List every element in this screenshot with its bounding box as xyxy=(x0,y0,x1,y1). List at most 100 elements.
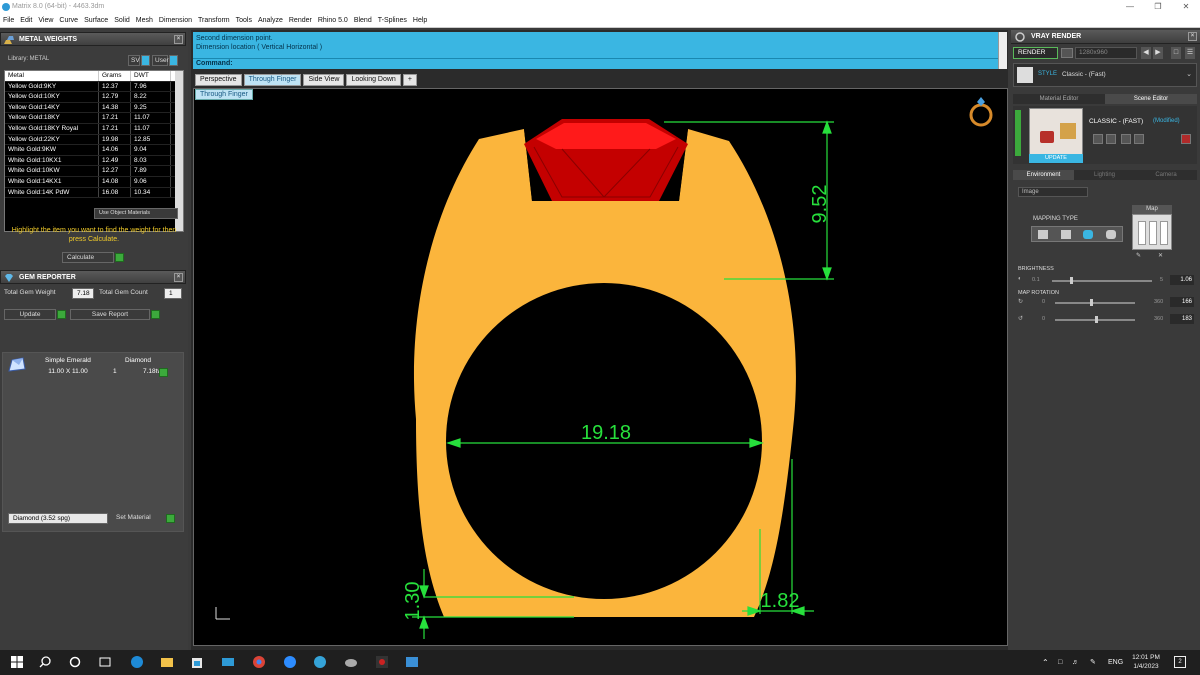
maximize-button[interactable]: ❐ xyxy=(1144,0,1172,14)
table-row[interactable]: Yellow Gold:18KY 17.21 11.07 xyxy=(5,113,183,124)
network-icon[interactable]: □ xyxy=(1058,650,1062,675)
folder-icon[interactable]: □ xyxy=(1171,47,1181,59)
prev-icon[interactable]: ◀ xyxy=(1141,47,1151,59)
menu-render[interactable]: Render xyxy=(289,17,312,24)
zoom-icon[interactable] xyxy=(283,655,297,669)
task-view-icon[interactable] xyxy=(68,655,82,669)
table-scrollbar[interactable] xyxy=(175,71,183,231)
user-button[interactable]: User xyxy=(152,55,169,66)
ring-icon[interactable] xyxy=(969,97,993,127)
style-selector[interactable]: STYLE Classic - (Fast) ⌄ xyxy=(1013,63,1197,87)
rhino-icon[interactable] xyxy=(344,655,358,669)
set-material-go-icon[interactable] xyxy=(166,514,175,523)
tab-scene-editor[interactable]: Scene Editor xyxy=(1105,94,1197,104)
command-scrollbar[interactable] xyxy=(998,32,1007,69)
sv-toggle[interactable] xyxy=(141,55,150,66)
menu-mesh[interactable]: Mesh xyxy=(136,17,153,24)
update-button[interactable]: Update xyxy=(4,309,56,320)
dim-top-height[interactable]: 9.52 xyxy=(809,185,831,224)
menu-rhino[interactable]: Rhino 5.0 xyxy=(318,17,348,24)
language-indicator[interactable]: ENG xyxy=(1108,650,1123,675)
menu-dimension[interactable]: Dimension xyxy=(159,17,192,24)
update-go-icon[interactable] xyxy=(57,310,66,319)
menu-tools[interactable]: Tools xyxy=(236,17,252,24)
gem-go-icon[interactable] xyxy=(159,368,168,377)
edit-map-icon[interactable]: ✎ xyxy=(1136,252,1141,259)
render-button[interactable]: RENDER xyxy=(1013,47,1058,59)
slider-thumb[interactable] xyxy=(1095,316,1098,323)
remove-map-icon[interactable]: ✕ xyxy=(1158,252,1163,259)
close-icon[interactable]: × xyxy=(174,35,183,44)
menu-help[interactable]: Help xyxy=(413,17,427,24)
rotation-slider-2[interactable]: ↺ 0 360 183 xyxy=(1018,314,1198,324)
slider-track[interactable] xyxy=(1055,302,1135,304)
menu-analyze[interactable]: Analyze xyxy=(258,17,283,24)
menu-curve[interactable]: Curve xyxy=(59,17,78,24)
search-icon[interactable] xyxy=(38,655,52,669)
add-icon[interactable] xyxy=(1121,134,1131,144)
browser-icon[interactable] xyxy=(313,655,327,669)
chevron-down-icon[interactable]: ⌄ xyxy=(1186,70,1192,78)
file-explorer-icon[interactable] xyxy=(160,655,174,669)
table-row[interactable]: Yellow Gold:22KY 19.98 12.85 xyxy=(5,134,183,146)
map-thumbnail[interactable] xyxy=(1132,214,1172,250)
clock[interactable]: 12:01 PM 1/4/2023 xyxy=(1128,653,1164,671)
preset-update-button[interactable]: UPDATE xyxy=(1029,154,1083,163)
menu-transform[interactable]: Transform xyxy=(198,17,230,24)
close-icon[interactable]: × xyxy=(174,273,183,282)
tab-through-finger[interactable]: Through Finger xyxy=(243,74,302,86)
tab-perspective[interactable]: Perspective xyxy=(195,74,242,86)
table-row[interactable]: White Gold:10KW 12.27 7.89 xyxy=(5,166,183,177)
menu-blend[interactable]: Blend xyxy=(354,17,372,24)
slider-thumb[interactable] xyxy=(1070,277,1073,284)
slider-track[interactable] xyxy=(1052,280,1152,282)
menu-tsplines[interactable]: T-Splines xyxy=(378,17,407,24)
command-input[interactable]: Command: xyxy=(193,58,998,69)
dim-inner-diameter[interactable]: 19.18 xyxy=(581,422,631,444)
matrix-icon[interactable] xyxy=(375,655,389,669)
map-box-icon[interactable] xyxy=(1060,229,1071,239)
environment-select[interactable]: Image xyxy=(1018,187,1088,197)
material-select[interactable]: Diamond (3.52 spg) xyxy=(8,513,108,524)
add-tab-button[interactable]: + xyxy=(402,74,417,86)
calculate-go-icon[interactable] xyxy=(115,253,124,262)
close-icon[interactable]: × xyxy=(1188,32,1197,41)
rot1-value[interactable]: 166 xyxy=(1170,297,1194,307)
mail-icon[interactable] xyxy=(221,655,235,669)
menu-file[interactable]: File xyxy=(3,17,14,24)
dim-bottom-thickness[interactable]: 1.30 xyxy=(402,582,424,621)
viewport-label[interactable]: Through Finger xyxy=(195,89,253,100)
table-row[interactable]: Yellow Gold:14KY 14.38 9.25 xyxy=(5,102,183,114)
map-sphere-icon[interactable] xyxy=(1083,229,1094,239)
map-plane-icon[interactable] xyxy=(1038,229,1049,239)
brightness-value[interactable]: 1.06 xyxy=(1170,275,1194,285)
table-row[interactable]: White Gold:14K PdW 16.08 10.34 xyxy=(5,187,183,199)
table-row[interactable]: White Gold:10KX1 12.49 8.03 xyxy=(5,155,183,167)
pen-icon[interactable]: ✎ xyxy=(1090,650,1096,675)
calculate-button[interactable]: Calculate xyxy=(62,252,114,263)
edge-icon[interactable] xyxy=(130,655,144,669)
copy-icon[interactable] xyxy=(1134,134,1144,144)
resolution-field[interactable]: 1280x960 xyxy=(1075,47,1137,59)
viewport-through-finger[interactable]: 9.52 19.18 1.30 1.82 Through Finger xyxy=(193,88,1008,646)
col-grams[interactable]: Grams xyxy=(99,71,131,81)
dim-side-thickness[interactable]: 1.82 xyxy=(761,590,800,612)
photos-icon[interactable] xyxy=(405,655,419,669)
table-row[interactable]: Yellow Gold:9KY 12.37 7.96 xyxy=(5,81,183,93)
preset-handle[interactable] xyxy=(1015,110,1021,156)
menu-surface[interactable]: Surface xyxy=(84,17,108,24)
col-dwt[interactable]: DWT xyxy=(131,71,171,81)
table-row[interactable]: White Gold:14KX1 14.08 9.06 xyxy=(5,176,183,188)
tab-material-editor[interactable]: Material Editor xyxy=(1013,94,1105,104)
close-button[interactable]: ✕ xyxy=(1172,0,1200,14)
table-row[interactable]: Yellow Gold:18KY Royal 17.21 11.07 xyxy=(5,123,183,135)
volume-icon[interactable]: ♬ xyxy=(1072,650,1079,675)
chevron-up-icon[interactable]: ⌃ xyxy=(1042,650,1049,675)
menu-view[interactable]: View xyxy=(38,17,53,24)
slider-thumb[interactable] xyxy=(1090,299,1093,306)
save-report-button[interactable]: Save Report xyxy=(70,309,150,320)
brightness-slider[interactable]: ◐ 0.1 5 1.06 xyxy=(1018,275,1198,285)
store-icon[interactable] xyxy=(190,655,204,669)
col-metal[interactable]: Metal xyxy=(5,71,99,81)
menu-edit[interactable]: Edit xyxy=(20,17,32,24)
